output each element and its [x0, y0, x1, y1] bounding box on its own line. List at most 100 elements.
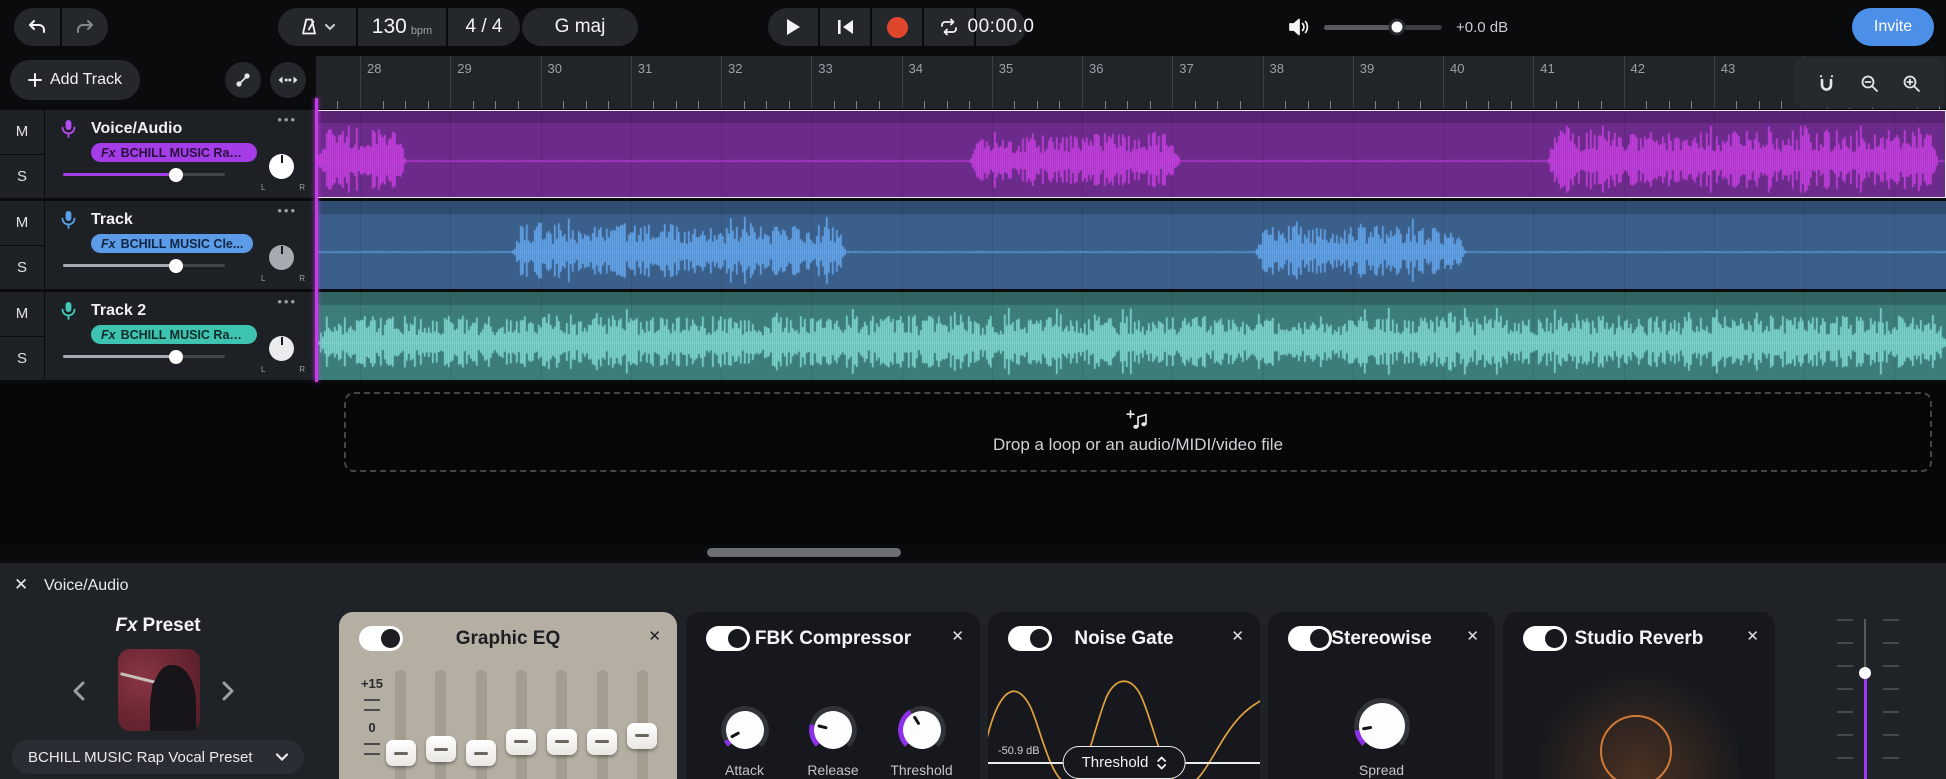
track-volume-slider[interactable]	[63, 355, 225, 358]
track-fx-preset-pill[interactable]: Fx BCHILL MUSIC Rap...	[91, 325, 257, 344]
snap-to-grid-button[interactable]	[1817, 74, 1836, 93]
eq-slider-thumb[interactable]	[426, 736, 456, 762]
remove-effect-button[interactable]: ✕	[951, 627, 964, 645]
threshold-knob[interactable]: Threshold	[892, 706, 952, 778]
effect-card-noise-gate: Noise Gate ✕ -50.9 dB Threshold	[988, 612, 1260, 779]
solo-button[interactable]: S	[0, 246, 44, 290]
fader-thumb[interactable]	[1859, 667, 1871, 679]
eq-band-slider[interactable]	[556, 670, 567, 779]
track-menu-button[interactable]: •••	[277, 112, 297, 127]
time-stretch-tool-button[interactable]	[270, 62, 306, 98]
splice-tool-button[interactable]	[225, 62, 261, 98]
add-track-button[interactable]: Add Track	[10, 60, 140, 100]
pan-knob[interactable]	[269, 245, 294, 270]
drop-zone[interactable]: Drop a loop or an audio/MIDI/video file	[344, 392, 1932, 472]
track-volume-slider[interactable]	[63, 264, 225, 267]
eq-band-slider[interactable]	[395, 670, 406, 779]
eq-band-slider[interactable]	[637, 670, 648, 779]
bar-number: 40	[1450, 61, 1464, 76]
mute-button[interactable]: M	[0, 201, 44, 245]
track-list: M S Voice/Audio ••• Fx BCHILL MUSIC Rap.…	[0, 110, 1946, 383]
time-stretch-icon	[278, 73, 298, 87]
spread-knob[interactable]: Spread	[1352, 698, 1412, 778]
volume-thumb[interactable]	[1389, 19, 1406, 36]
volume-thumb[interactable]	[169, 259, 183, 273]
master-db-readout: +0.0 dB	[1456, 19, 1508, 36]
eq-band-slider[interactable]	[476, 670, 487, 779]
pan-control[interactable]: L R	[253, 334, 309, 376]
track-menu-button[interactable]: •••	[277, 203, 297, 218]
waveform	[316, 292, 1946, 380]
eq-band-slider[interactable]	[597, 670, 608, 779]
attack-knob[interactable]: Attack	[715, 706, 775, 778]
horizontal-scrollbar[interactable]	[707, 548, 901, 557]
key-signature-button[interactable]: G maj	[522, 8, 638, 46]
close-panel-button[interactable]: ✕	[14, 575, 28, 595]
loop-button[interactable]	[924, 8, 974, 46]
track-header[interactable]: Track ••• Fx BCHILL MUSIC Cle... L R	[45, 201, 315, 289]
volume-fill	[1324, 25, 1397, 30]
remove-effect-button[interactable]: ✕	[1746, 627, 1759, 645]
master-volume-group: +0.0 dB	[1288, 0, 1508, 54]
audio-region[interactable]	[316, 201, 1946, 289]
eq-slider-thumb[interactable]	[547, 729, 577, 755]
gate-threshold-stepper[interactable]: Threshold	[1063, 746, 1186, 779]
preset-selector-dropdown[interactable]: BCHILL MUSIC Rap Vocal Preset	[12, 740, 304, 774]
eq-slider-thumb[interactable]	[386, 740, 416, 766]
mute-master-button[interactable]	[1288, 17, 1310, 37]
previous-preset-button[interactable]	[72, 681, 85, 701]
skip-to-start-button[interactable]	[820, 8, 870, 46]
record-button[interactable]	[872, 8, 922, 46]
time-signature-display[interactable]: 4 / 4	[448, 8, 520, 46]
eq-slider-thumb[interactable]	[506, 729, 536, 755]
mute-button[interactable]: M	[0, 292, 44, 336]
remove-effect-button[interactable]: ✕	[1231, 627, 1244, 645]
audio-region[interactable]	[316, 292, 1946, 380]
redo-button[interactable]	[62, 8, 108, 46]
pan-knob[interactable]	[269, 336, 294, 361]
release-knob[interactable]: Release	[803, 706, 863, 778]
eq-slider-thumb[interactable]	[627, 723, 657, 749]
zoom-in-button[interactable]	[1902, 74, 1921, 93]
solo-button[interactable]: S	[0, 337, 44, 381]
zoom-out-button[interactable]	[1860, 74, 1879, 93]
empty-track-area: Drop a loop or an audio/MIDI/video file	[0, 383, 1946, 545]
audio-region[interactable]	[316, 110, 1946, 198]
fx-output-fader[interactable]	[1830, 615, 1910, 779]
bar-number: 32	[728, 61, 742, 76]
track-menu-button[interactable]: •••	[277, 294, 297, 309]
remove-effect-button[interactable]: ✕	[648, 627, 661, 645]
track-fx-preset-pill[interactable]: Fx BCHILL MUSIC Cle...	[91, 234, 253, 253]
track-header[interactable]: Voice/Audio ••• Fx BCHILL MUSIC Rap... L…	[45, 110, 315, 198]
bar-number: 42	[1631, 61, 1645, 76]
effect-title: Graphic EQ	[339, 628, 677, 650]
track-volume-slider[interactable]	[63, 173, 225, 176]
invite-button[interactable]: Invite	[1852, 8, 1934, 46]
pan-knob[interactable]	[269, 154, 294, 179]
eq-band-slider[interactable]	[435, 670, 446, 779]
volume-thumb[interactable]	[169, 168, 183, 182]
eq-band-slider[interactable]	[516, 670, 527, 779]
bar-number: 33	[818, 61, 832, 76]
eq-slider-thumb[interactable]	[466, 740, 496, 766]
volume-thumb[interactable]	[169, 350, 183, 364]
mute-button[interactable]: M	[0, 110, 44, 154]
play-button[interactable]	[768, 8, 818, 46]
effect-header: Stereowise ✕	[1268, 612, 1495, 662]
bpm-display[interactable]: 130 bpm	[358, 8, 446, 46]
remove-effect-button[interactable]: ✕	[1466, 627, 1479, 645]
solo-button[interactable]: S	[0, 155, 44, 199]
track-fx-preset-pill[interactable]: Fx BCHILL MUSIC Rap...	[91, 143, 257, 162]
preset-artwork[interactable]	[118, 649, 200, 731]
next-preset-button[interactable]	[222, 681, 235, 701]
pan-control[interactable]: L R	[253, 243, 309, 285]
master-volume-slider[interactable]	[1324, 25, 1442, 30]
eq-slider-thumb[interactable]	[587, 729, 617, 755]
metronome-button[interactable]	[278, 8, 356, 46]
timeline-ruler[interactable]: 2829303132333435363738394041424344	[316, 56, 1946, 110]
track-header[interactable]: Track 2 ••• Fx BCHILL MUSIC Rap... L R	[45, 292, 315, 380]
undo-button[interactable]	[14, 8, 60, 46]
playhead[interactable]	[315, 98, 318, 382]
eq-scale: +15 0	[357, 676, 387, 755]
pan-control[interactable]: L R	[253, 152, 309, 194]
